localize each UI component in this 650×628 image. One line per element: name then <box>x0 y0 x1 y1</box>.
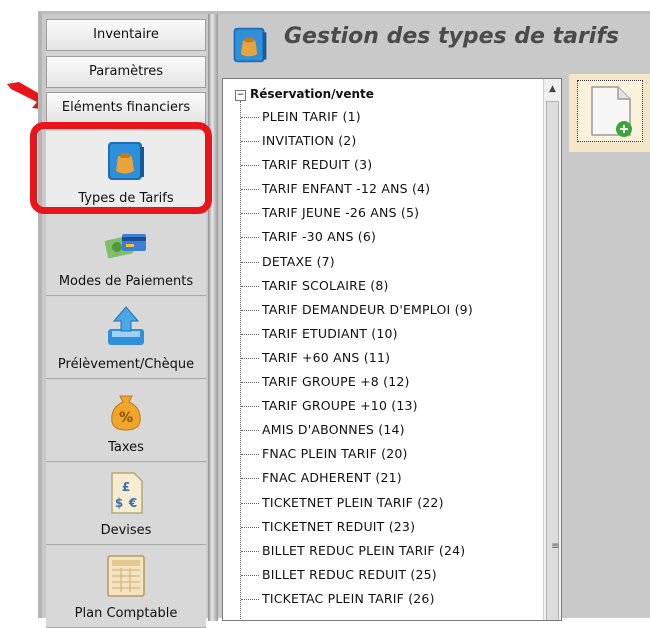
payment-cards-icon <box>104 234 146 259</box>
sidebar-item-taxes[interactable]: % Taxes <box>46 380 206 462</box>
tree-item[interactable]: TARIF JEUNE -26 ANS (5) <box>240 201 473 225</box>
grip-icon: ≡ <box>551 541 560 552</box>
tree-item[interactable]: BILLET REDUC REDUIT (25) <box>240 563 473 587</box>
sidebar-button-inventaire[interactable]: Inventaire <box>46 19 206 51</box>
tree-root-node[interactable]: − Réservation/vente <box>235 87 374 101</box>
tree-item[interactable]: TARIF SCOLAIRE (8) <box>240 274 473 298</box>
sidebar-item-devises[interactable]: £ $ € Devises <box>46 463 206 545</box>
sidebar-item-label: Prélèvement/Chèque <box>57 357 195 372</box>
sidebar-button-elements-financiers[interactable]: Eléments financiers <box>46 92 206 124</box>
splitter[interactable] <box>208 14 218 621</box>
tarif-bag-icon <box>108 142 144 180</box>
currency-document-icon: £ $ € <box>111 472 143 514</box>
svg-text:%: % <box>119 410 133 426</box>
tree-item[interactable]: TARIF -30 ANS (6) <box>240 225 473 249</box>
collapse-icon[interactable]: − <box>235 90 246 101</box>
sidebar-item-prelevement-cheque[interactable]: Prélèvement/Chèque <box>46 297 206 379</box>
sidebar-item-plan-comptable[interactable]: Plan Comptable <box>46 546 206 628</box>
tree-item[interactable]: AMIS D'ABONNES (14) <box>240 418 473 442</box>
tree-item[interactable]: FNAC ADHERENT (21) <box>240 466 473 490</box>
tree-item[interactable]: DETAXE (7) <box>240 250 473 274</box>
window-top-edge <box>38 0 650 11</box>
tree-item[interactable]: TARIF ETUDIANT (10) <box>240 322 473 346</box>
sidebar-item-label: Taxes <box>108 440 144 455</box>
tree-item[interactable]: TARIF DEMANDEUR D'EMPLOI (9) <box>240 298 473 322</box>
content-header: Gestion des types de tarifs <box>220 14 650 70</box>
svg-text:£: £ <box>122 480 130 494</box>
scroll-up-arrow-icon[interactable]: ▲ <box>544 81 561 98</box>
tree-item[interactable]: TARIF +60 ANS (11) <box>240 346 473 370</box>
svg-text:€: € <box>128 496 137 510</box>
tree-item[interactable]: INVITATION (2) <box>240 129 473 153</box>
tarif-tree[interactable]: − Réservation/vente PLEIN TARIF (1) INVIT… <box>222 78 562 621</box>
percent-bag-icon: % <box>111 395 141 431</box>
tree-item[interactable]: BILLET REDUC PLEIN TARIF (24) <box>240 539 473 563</box>
app-window: Inventaire Paramètres Eléments financier… <box>38 11 650 628</box>
sidebar-item-label: Devises <box>100 523 152 538</box>
tree-root-label: Réservation/vente <box>250 87 374 101</box>
focus-rectangle <box>577 80 643 142</box>
svg-text:$: $ <box>115 496 123 510</box>
vertical-scrollbar[interactable]: ▲ ≡ <box>543 79 561 620</box>
new-tarif-button[interactable] <box>569 74 650 152</box>
tree-items: PLEIN TARIF (1) INVITATION (2) TARIF RED… <box>240 105 473 611</box>
tree-item[interactable]: TICKETAC PLEIN TARIF (26) <box>240 587 473 611</box>
ledger-icon <box>107 555 145 597</box>
sidebar-item-modes-de-paiements[interactable]: Modes de Paiements <box>46 214 206 296</box>
tree-item[interactable]: TARIF GROUPE +10 (13) <box>240 394 473 418</box>
sidebar-item-label: Types de Tarifs <box>78 191 174 206</box>
tarif-bag-icon <box>233 27 267 63</box>
tree-item[interactable]: TICKETNET PLEIN TARIF (22) <box>240 491 473 515</box>
new-document-icon <box>591 86 632 137</box>
sidebar-item-label: Plan Comptable <box>74 606 178 621</box>
sidebar-item-label: Modes de Paiements <box>58 274 194 289</box>
tree-item[interactable]: TARIF GROUPE +8 (12) <box>240 370 473 394</box>
sidebar-item-types-de-tarifs[interactable]: Types de Tarifs <box>46 131 206 213</box>
tree-item[interactable]: TARIF REDUIT (3) <box>240 153 473 177</box>
scroll-thumb[interactable]: ≡ <box>546 101 560 620</box>
tree-item[interactable]: PLEIN TARIF (1) <box>240 105 473 129</box>
sidebar: Inventaire Paramètres Eléments financier… <box>46 19 206 628</box>
tree-item[interactable]: TARIF ENFANT -12 ANS (4) <box>240 177 473 201</box>
page-title: Gestion des types de tarifs <box>284 24 620 49</box>
sidebar-button-parametres[interactable]: Paramètres <box>46 56 206 88</box>
tree-item[interactable]: FNAC PLEIN TARIF (20) <box>240 442 473 466</box>
tree-item[interactable]: TICKETNET REDUIT (23) <box>240 515 473 539</box>
upload-tray-icon <box>108 306 144 345</box>
